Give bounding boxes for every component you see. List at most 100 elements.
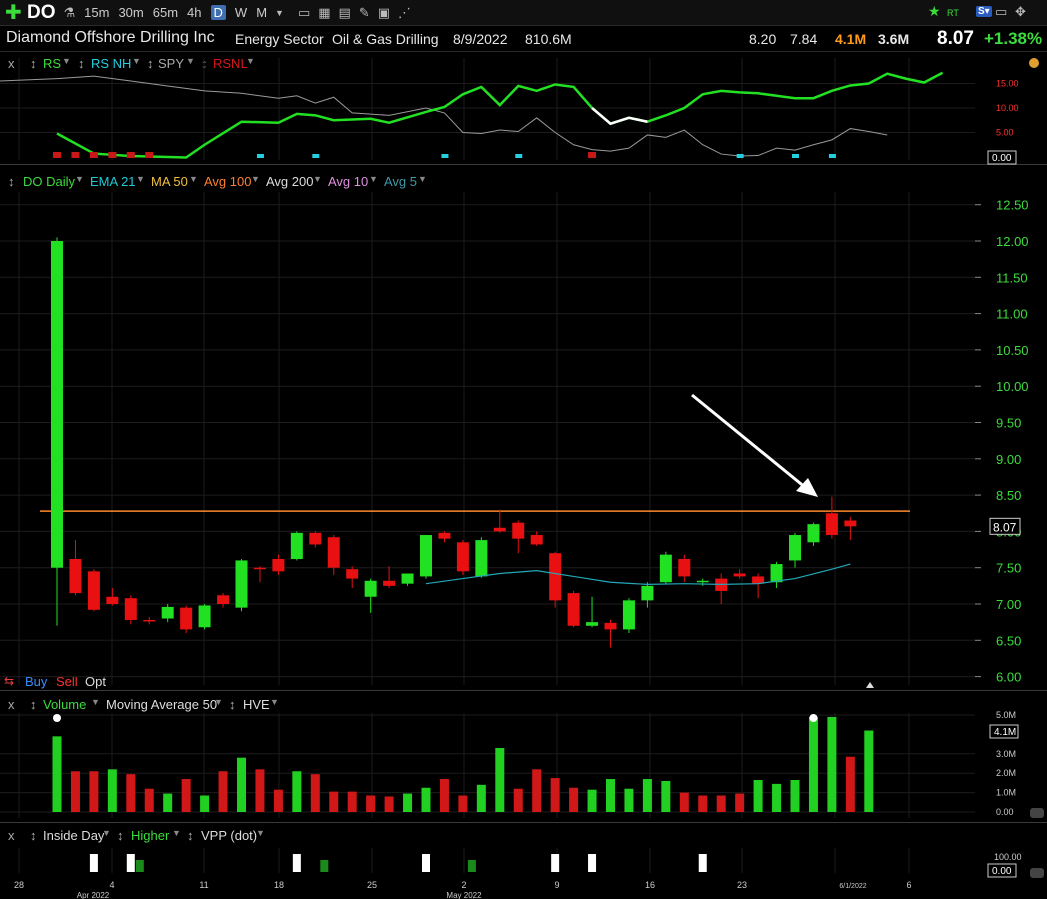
inside-day-bar (422, 854, 430, 872)
rsnl-marker (126, 152, 135, 158)
candle-body (567, 593, 580, 626)
vpp-dot (809, 714, 818, 722)
inside-day-bar (698, 854, 707, 872)
volume-bar (587, 789, 597, 812)
volume-bar (255, 769, 265, 812)
volume-bar (790, 779, 800, 812)
rs-tick-label: 10.00 (996, 103, 1019, 113)
pane-resize-handle (1030, 868, 1044, 878)
candle-body (272, 558, 285, 572)
candle-body (420, 535, 432, 577)
volume-bar (70, 771, 80, 812)
x-tick-label: 16 (645, 880, 655, 890)
x-tick-label: 18 (274, 880, 284, 890)
candle-body (198, 605, 211, 628)
volume-bar (808, 716, 818, 812)
inside-day-bar (588, 854, 597, 872)
price-tick-label: 6.00 (996, 670, 1021, 685)
x-tick-label: 2 (461, 880, 466, 890)
candle-body (327, 537, 340, 568)
arrow-annotation (691, 393, 807, 490)
volume-bar (772, 783, 782, 812)
volume-bar (421, 787, 431, 812)
price-tick-label: 10.00 (996, 379, 1029, 394)
rs-nh-marker (736, 154, 744, 158)
candle-body (549, 553, 562, 601)
x-tick-label: 9 (554, 880, 559, 890)
volume-bar (384, 796, 394, 812)
volume-bar (181, 779, 191, 812)
volume-bar (403, 793, 413, 812)
candle-body (807, 524, 820, 543)
candle-body (124, 598, 137, 620)
x-tick-label: 6/1/2022 (839, 883, 866, 890)
rs-nh-marker (792, 154, 799, 158)
volume-bar (107, 769, 117, 812)
candle-body (87, 571, 100, 610)
candle-body (512, 522, 525, 539)
scroll-marker (866, 682, 874, 688)
candle-body (844, 520, 857, 527)
volume-bar (864, 730, 874, 812)
candle-body (253, 567, 266, 570)
price-tick-label: 12.50 (996, 198, 1029, 213)
last-price-label: 8.07 (993, 520, 1017, 534)
volume-tick-label: 2.0M (996, 768, 1016, 778)
x-tick-label: 25 (367, 880, 377, 890)
indicator-tick-label: 100.00 (994, 852, 1022, 862)
rs-current-label: 0.00 (992, 153, 1012, 164)
rs-nh-marker (515, 154, 523, 158)
volume-bar (532, 769, 542, 812)
volume-bar (200, 795, 210, 812)
candle-body (309, 532, 322, 545)
volume-tick-label: 1.0M (996, 788, 1016, 798)
volume-bar (827, 716, 837, 812)
candle-body (456, 542, 469, 572)
candle-body (383, 580, 396, 586)
volume-bar (624, 788, 634, 812)
rs-nh-marker (312, 154, 320, 158)
candle-body (659, 554, 672, 583)
inside-day-bar (89, 854, 98, 872)
indicator-current-label: 0.00 (992, 866, 1012, 877)
inside-day-bar (551, 854, 560, 872)
volume-bar (439, 779, 449, 812)
candle-body (604, 622, 617, 630)
volume-bar (661, 780, 671, 812)
higher-bar (135, 860, 144, 872)
candle-body (493, 527, 506, 532)
vpp-dot (53, 714, 61, 722)
rs-nh-marker (256, 154, 264, 158)
month-label: May 2022 (446, 891, 482, 899)
volume-bar (347, 791, 357, 812)
candle-body (235, 560, 248, 608)
volume-bar (126, 774, 136, 812)
volume-current-label: 4.1M (994, 727, 1016, 738)
price-tick-label: 9.00 (996, 452, 1021, 467)
candle-body (401, 573, 414, 584)
inside-day-bar (126, 854, 135, 872)
candle-body (438, 532, 451, 539)
candle-body (180, 607, 193, 630)
volume-tick-label: 0.00 (996, 807, 1014, 817)
pane-resize-handle (1030, 808, 1044, 818)
price-tick-label: 6.50 (996, 633, 1021, 648)
volume-bar (513, 788, 523, 812)
volume-bar (753, 779, 763, 812)
rsnl-marker (108, 152, 117, 158)
rs-nh-marker (828, 154, 836, 158)
rs-tick-label: 15.00 (996, 79, 1019, 89)
candle-body (364, 580, 377, 597)
price-tick-label: 7.50 (996, 561, 1021, 576)
candle-body (641, 585, 654, 601)
ema-21-line (425, 563, 851, 585)
volume-tick-label: 3.0M (996, 749, 1016, 759)
volume-bar (52, 736, 62, 812)
volume-bar (366, 795, 376, 812)
candle-body (733, 573, 746, 577)
candle-body (678, 558, 691, 577)
inside-day-bar (292, 854, 301, 872)
price-tick-label: 9.50 (996, 416, 1021, 431)
volume-bar (716, 795, 726, 812)
chart-canvas[interactable]: 6.006.507.007.508.008.509.009.5010.0010.… (0, 0, 1047, 899)
